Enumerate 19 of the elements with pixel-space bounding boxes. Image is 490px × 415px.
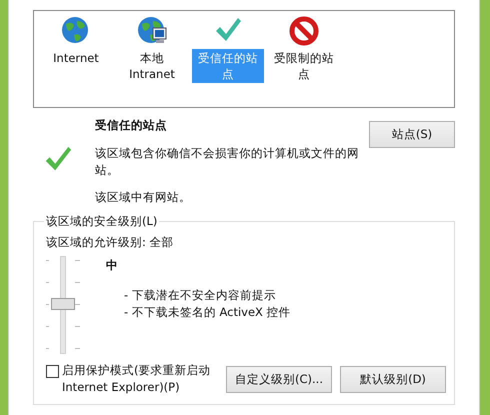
- zone-item[interactable]: 受限制的站点: [268, 49, 340, 83]
- sites-button[interactable]: 站点(S): [369, 121, 455, 148]
- protected-mode-label: 启用保护模式(要求重新启动 Internet Explorer)(P): [62, 362, 212, 396]
- zone-item[interactable]: 本地 Intranet: [116, 49, 188, 83]
- level-description: - 不下载未签名的 ActiveX 控件: [124, 304, 291, 321]
- zone-description: 该区域包含你确信不会损害你的计算机或文件的网站。: [95, 145, 360, 179]
- level-description: - 下载潜在不安全内容前提示: [124, 287, 277, 304]
- group-legend: 该区域的安全级别(L): [44, 214, 160, 229]
- level-button[interactable]: 默认级别(D): [340, 366, 446, 392]
- zone-item[interactable]: Internet: [51, 49, 101, 67]
- protected-mode-checkbox[interactable]: [46, 365, 59, 378]
- level-name: 中: [106, 258, 119, 273]
- level-button[interactable]: 自定义级别(C)...: [226, 366, 332, 392]
- no-entry-icon: [288, 15, 320, 47]
- slider-thumb[interactable]: [51, 298, 75, 310]
- zone-title: 受信任的站点: [95, 117, 168, 134]
- zone-status: 该区域中有网站。: [95, 189, 192, 206]
- allowed-level-text: 该区域的允许级别: 全部: [46, 235, 175, 250]
- security-slider[interactable]: [46, 256, 80, 356]
